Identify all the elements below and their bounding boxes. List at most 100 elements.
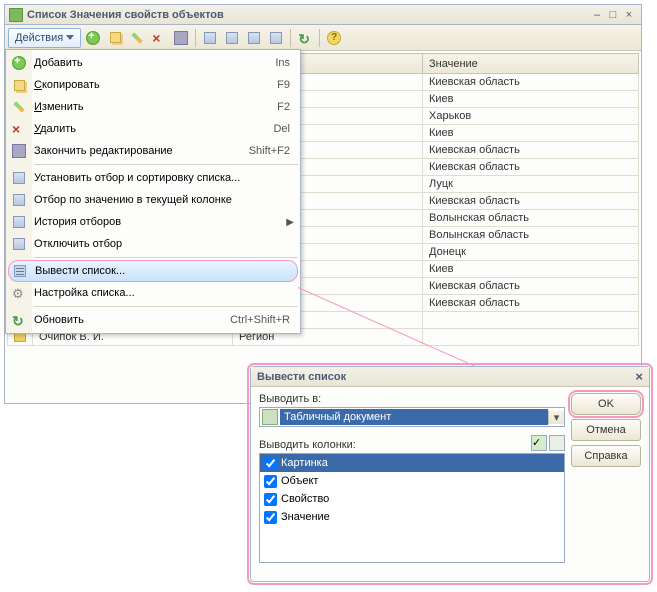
save-button[interactable] bbox=[171, 28, 191, 48]
chevron-down-icon[interactable]: ▾ bbox=[548, 411, 564, 424]
filter-off-button[interactable] bbox=[266, 28, 286, 48]
separator bbox=[319, 29, 320, 47]
separator bbox=[290, 29, 291, 47]
refresh-icon: ↻ bbox=[12, 313, 26, 327]
columns-listbox[interactable]: Картинка Объект Свойство Значение bbox=[259, 453, 565, 563]
maximize-button[interactable]: □ bbox=[605, 9, 621, 21]
menu-filter-by-value[interactable]: Отбор по значению в текущей колонке bbox=[6, 189, 300, 211]
output-to-label: Выводить в: bbox=[259, 393, 565, 405]
column-checkbox-row[interactable]: Картинка bbox=[260, 454, 564, 472]
output-to-combo[interactable]: Табличный документ ▾ bbox=[259, 407, 565, 427]
minimize-button[interactable]: – bbox=[589, 9, 605, 21]
col-value[interactable]: Значение bbox=[423, 54, 639, 74]
filter-icon bbox=[204, 32, 216, 44]
cell-value: Киевская область bbox=[423, 193, 639, 210]
menu-export-list[interactable]: Вывести список... bbox=[8, 260, 298, 282]
cell-value: Киевская область bbox=[423, 278, 639, 295]
column-label: Картинка bbox=[281, 457, 328, 469]
export-dialog: Вывести список × Выводить в: Табличный д… bbox=[250, 366, 650, 582]
menu-list-settings[interactable]: ⚙ Настройка списка... bbox=[6, 282, 300, 304]
cell-value: Киевская область bbox=[423, 74, 639, 91]
plus-icon bbox=[86, 31, 100, 45]
output-to-value: Табличный документ bbox=[280, 409, 548, 425]
menu-refresh[interactable]: ↻ Обновить Ctrl+Shift+R bbox=[6, 309, 300, 331]
column-label: Значение bbox=[281, 511, 330, 523]
dialog-titlebar: Вывести список × bbox=[251, 367, 649, 387]
menu-copy[interactable]: Скопировать F9 bbox=[6, 74, 300, 96]
copy-button[interactable] bbox=[105, 28, 125, 48]
actions-menu: Добавить Ins Скопировать F9 Изменить F2 … bbox=[5, 49, 301, 334]
dialog-close-button[interactable]: × bbox=[635, 369, 643, 384]
check-all-button[interactable]: ✓ bbox=[531, 435, 547, 451]
cell-value: Киевская область bbox=[423, 159, 639, 176]
menu-edit[interactable]: Изменить F2 bbox=[6, 96, 300, 118]
menu-separator bbox=[34, 257, 298, 258]
column-checkbox-row[interactable]: Значение bbox=[260, 508, 564, 526]
column-checkbox[interactable] bbox=[264, 475, 277, 488]
titlebar: Список Значения свойств объектов – □ × bbox=[5, 5, 641, 25]
menu-separator bbox=[34, 306, 298, 307]
filter-set-button[interactable] bbox=[200, 28, 220, 48]
filter-icon bbox=[270, 32, 282, 44]
filter-value-button[interactable] bbox=[222, 28, 242, 48]
toolbar: Действия × ↻ ? bbox=[5, 25, 641, 51]
submenu-arrow-icon: ▶ bbox=[286, 217, 294, 228]
cell-value: Донецк bbox=[423, 244, 639, 261]
cell-value: Волынская область bbox=[423, 210, 639, 227]
delete-icon: × bbox=[12, 122, 26, 136]
help-icon: ? bbox=[327, 31, 341, 45]
cell-value: Луцк bbox=[423, 176, 639, 193]
actions-button[interactable]: Действия bbox=[8, 28, 81, 48]
cell-value: Волынская область bbox=[423, 227, 639, 244]
menu-filter-off[interactable]: Отключить отбор bbox=[6, 233, 300, 255]
dialog-title: Вывести список bbox=[257, 371, 346, 383]
save-icon bbox=[174, 31, 188, 45]
menu-separator bbox=[34, 164, 298, 165]
columns-label: Выводить колонки: bbox=[259, 439, 531, 451]
copy-icon bbox=[110, 32, 121, 43]
separator bbox=[195, 29, 196, 47]
cell-value: Киевская область bbox=[423, 142, 639, 159]
app-icon bbox=[9, 8, 23, 22]
filter-history-button[interactable] bbox=[244, 28, 264, 48]
menu-filter-history[interactable]: История отборов ▶ bbox=[6, 211, 300, 233]
delete-button[interactable]: × bbox=[149, 28, 169, 48]
column-checkbox[interactable] bbox=[264, 493, 277, 506]
filter-icon bbox=[248, 32, 260, 44]
menu-end-edit[interactable]: Закончить редактирование Shift+F2 bbox=[6, 140, 300, 162]
cell-value: Киев bbox=[423, 125, 639, 142]
actions-label: Действия bbox=[15, 32, 63, 44]
cell-value: Киев bbox=[423, 91, 639, 108]
filter-icon bbox=[13, 194, 25, 206]
menu-set-filter[interactable]: Установить отбор и сортировку списка... bbox=[6, 167, 300, 189]
close-button[interactable]: × bbox=[621, 9, 637, 21]
uncheck-all-button[interactable] bbox=[549, 435, 565, 451]
save-icon bbox=[12, 144, 26, 158]
column-label: Свойство bbox=[281, 493, 329, 505]
filter-icon bbox=[13, 216, 25, 228]
column-checkbox[interactable] bbox=[264, 511, 277, 524]
filter-icon bbox=[13, 238, 25, 250]
cell-value: Киев bbox=[423, 261, 639, 278]
copy-icon bbox=[14, 80, 25, 91]
filter-icon bbox=[226, 32, 238, 44]
add-button[interactable] bbox=[83, 28, 103, 48]
edit-button[interactable] bbox=[127, 28, 147, 48]
column-checkbox-row[interactable]: Свойство bbox=[260, 490, 564, 508]
help-button[interactable]: Справка bbox=[571, 445, 641, 467]
delete-icon: × bbox=[152, 31, 166, 45]
column-checkbox-row[interactable]: Объект bbox=[260, 472, 564, 490]
column-checkbox[interactable] bbox=[264, 457, 277, 470]
cell-value: Харьков bbox=[423, 108, 639, 125]
pencil-icon bbox=[13, 101, 24, 112]
window-title: Список Значения свойств объектов bbox=[27, 9, 589, 21]
cancel-button[interactable]: Отмена bbox=[571, 419, 641, 441]
ok-button[interactable]: OK bbox=[571, 393, 641, 415]
filter-icon bbox=[13, 172, 25, 184]
menu-delete[interactable]: × Удалить Del bbox=[6, 118, 300, 140]
refresh-button[interactable]: ↻ bbox=[295, 28, 315, 48]
menu-add[interactable]: Добавить Ins bbox=[6, 52, 300, 74]
help-button[interactable]: ? bbox=[324, 28, 344, 48]
chevron-down-icon bbox=[66, 35, 74, 40]
refresh-icon: ↻ bbox=[298, 31, 312, 45]
